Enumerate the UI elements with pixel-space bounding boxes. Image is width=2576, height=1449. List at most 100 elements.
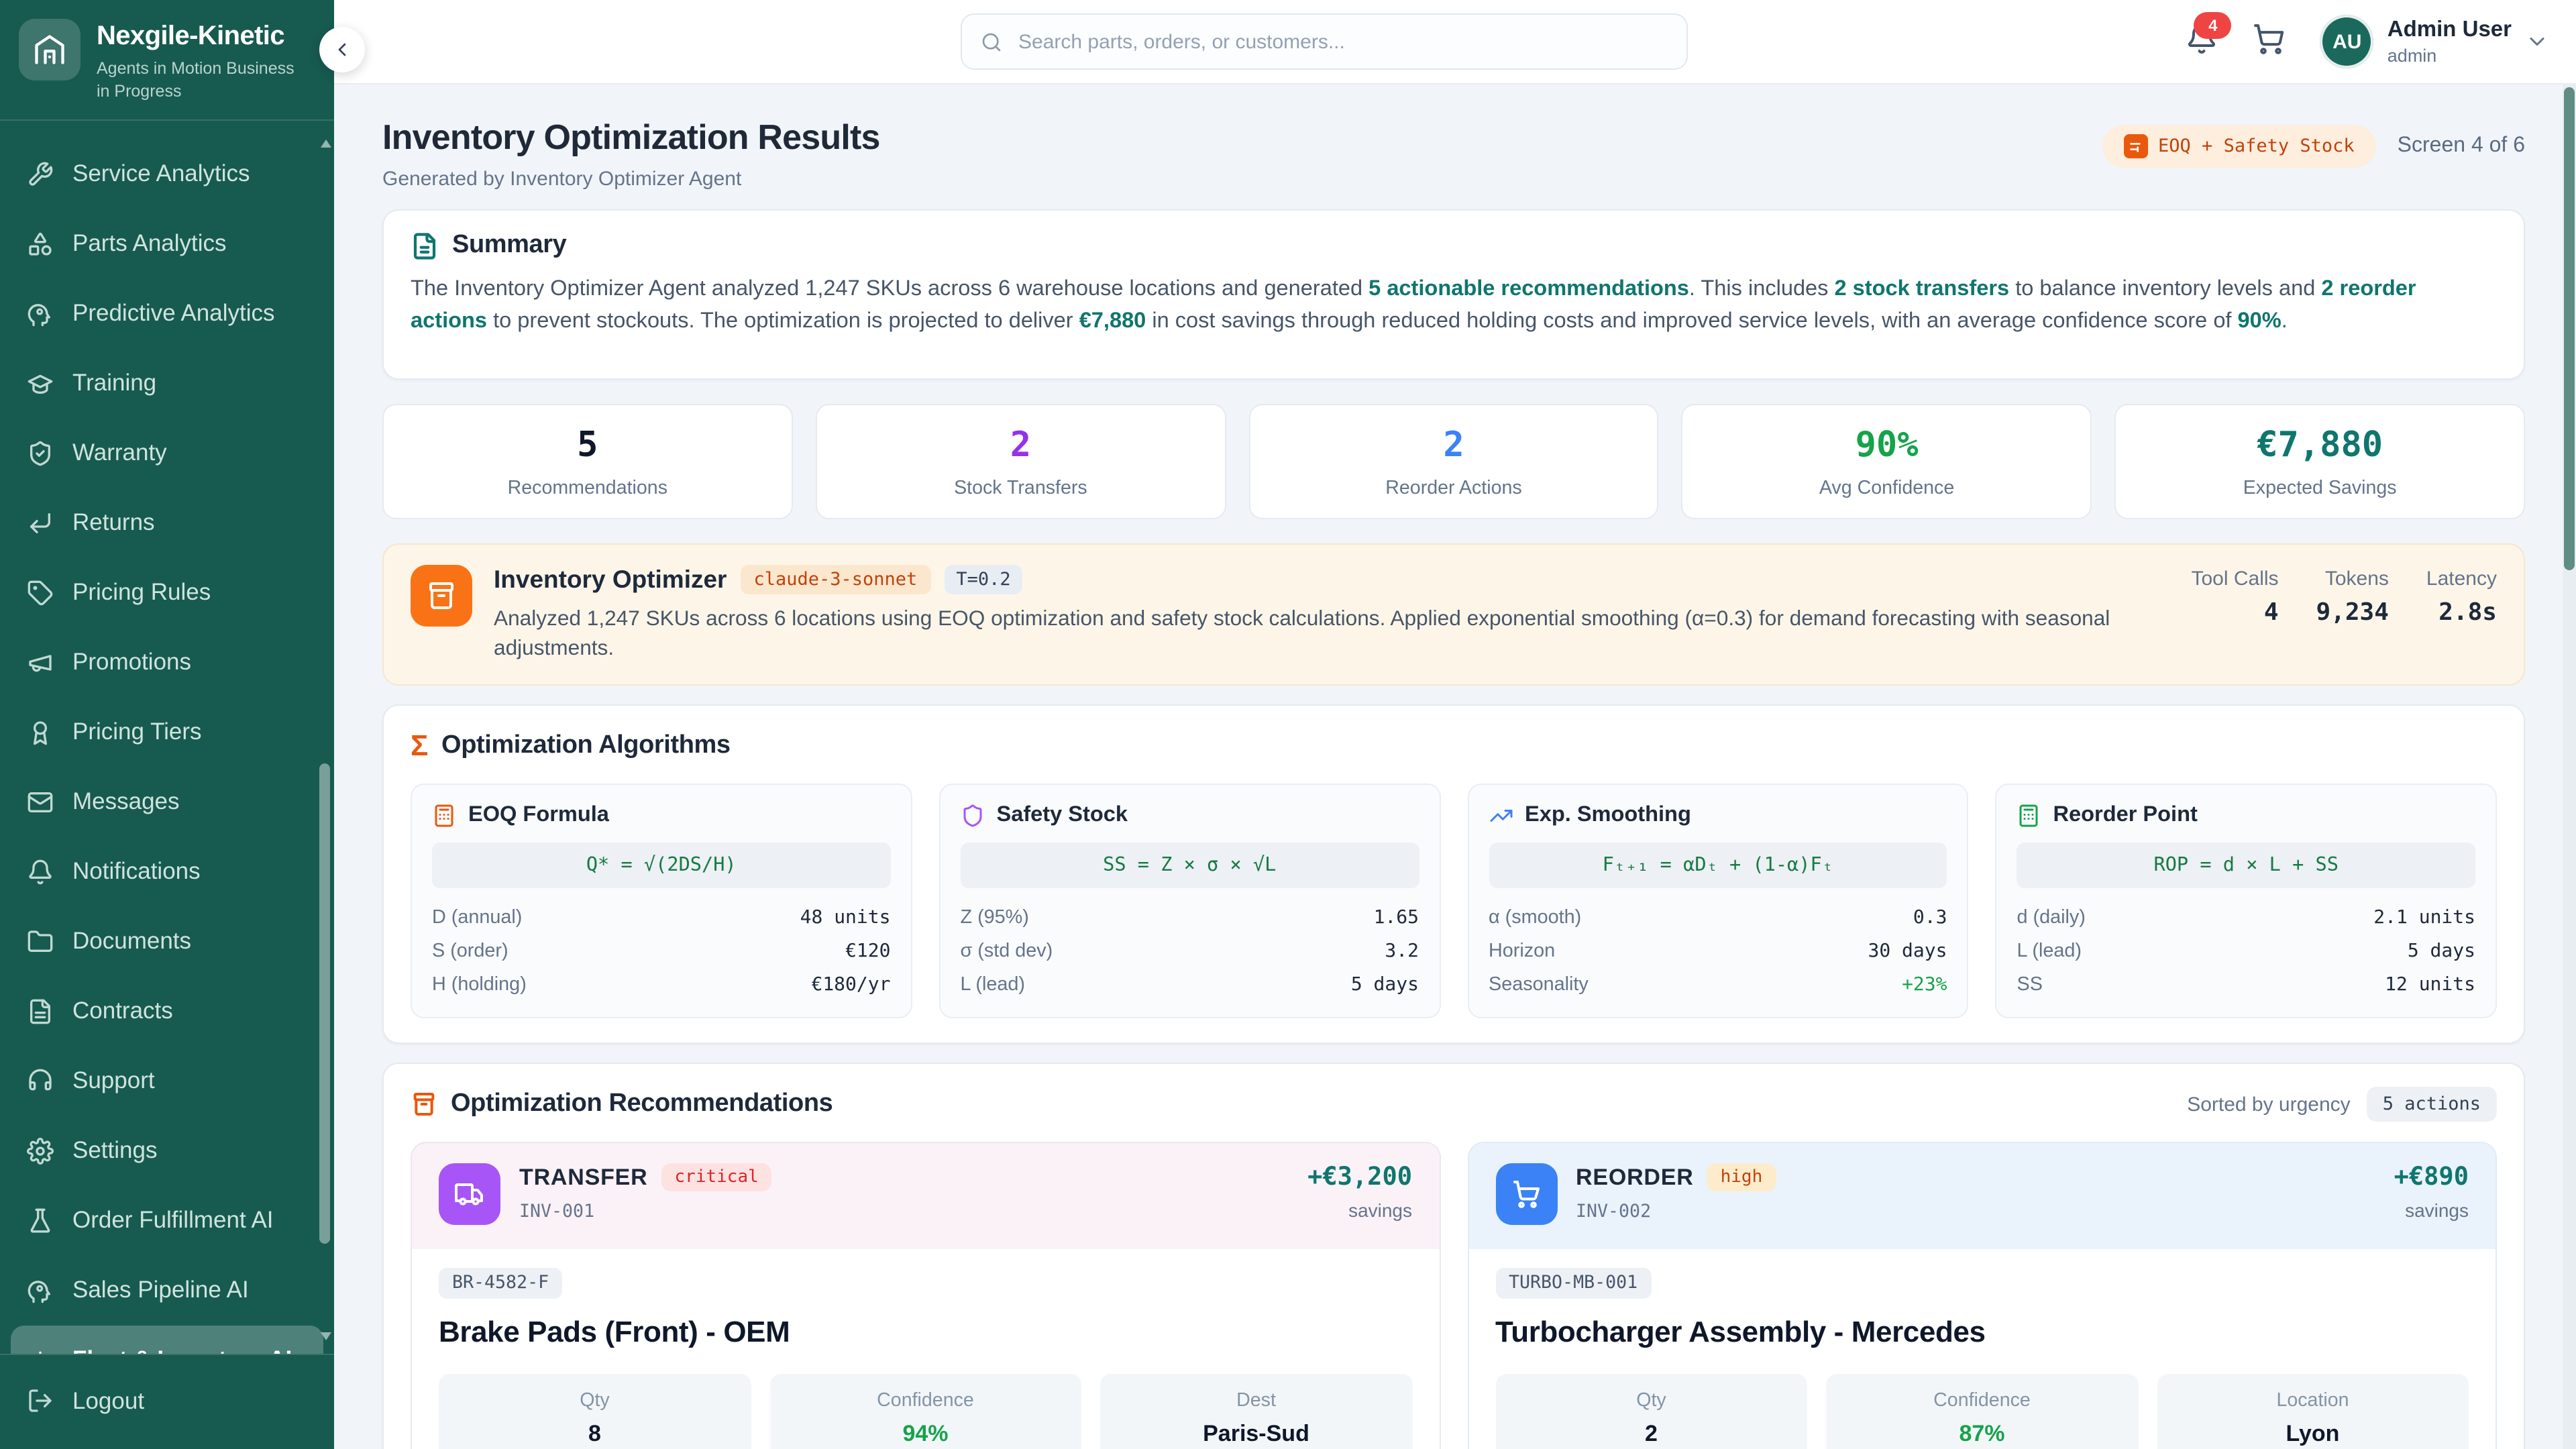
page-header-right: EOQ + Safety Stock Screen 4 of 6: [2102, 125, 2525, 168]
sidebar-item-service-analytics[interactable]: Service Analytics: [11, 140, 323, 209]
rec-stat-boxes: Qty 2 Confidence 87% Location Lyon: [1495, 1375, 2469, 1449]
award-icon: [27, 719, 54, 746]
sidebar-collapse-button[interactable]: [319, 27, 365, 72]
sidebar-item-messages[interactable]: Messages: [11, 767, 323, 837]
truck-icon: [439, 1164, 500, 1226]
sidebar-item-label: Service Analytics: [72, 160, 250, 189]
summary-title: Summary: [452, 231, 566, 260]
algo-row: L (lead)5 days: [961, 968, 1419, 1002]
rec-stat-location: Location Lyon: [2157, 1375, 2469, 1449]
sidebar-scrollbar[interactable]: [319, 140, 331, 1341]
algorithm-cards: EOQ Formula Q* = √(2DS/H) D (annual)48 u…: [411, 784, 2497, 1019]
sidebar-item-label: Predictive Analytics: [72, 300, 275, 328]
product-name: Brake Pads (Front) - OEM: [439, 1316, 1412, 1350]
box-icon: [411, 1091, 437, 1118]
algo-title-row: Exp. Smoothing: [1489, 803, 1947, 828]
rec-type-row: REORDER high: [1576, 1164, 1776, 1192]
scroll-up-arrow[interactable]: [321, 140, 331, 148]
page-content: Inventory Optimization Results Generated…: [334, 85, 2576, 1449]
brand-name: Nexgile-Kinetic: [97, 21, 301, 52]
page-header: Inventory Optimization Results Generated…: [382, 117, 2525, 191]
rec-card-header: TRANSFER critical INV-001 +€3,200 saving…: [412, 1144, 1439, 1250]
algo-title-row: EOQ Formula: [432, 803, 891, 828]
rec-savings: +€890 savings: [2394, 1164, 2469, 1222]
rec-savings: +€3,200 savings: [1307, 1164, 1412, 1222]
sidebar-item-label: Returns: [72, 509, 155, 537]
summary-text: The Inventory Optimizer Agent analyzed 1…: [411, 272, 2497, 338]
shield-check-icon: [27, 440, 54, 467]
rec-card-body: TURBO-MB-001 Turbocharger Assembly - Mer…: [1468, 1250, 2496, 1449]
sidebar-item-pricing-tiers[interactable]: Pricing Tiers: [11, 698, 323, 767]
sidebar-item-predictive-analytics[interactable]: Predictive Analytics: [11, 279, 323, 349]
global-search[interactable]: [961, 13, 1688, 70]
megaphone-icon: [27, 649, 54, 676]
sidebar-item-documents[interactable]: Documents: [11, 907, 323, 977]
scroll-down-arrow[interactable]: [321, 1332, 331, 1340]
sidebar-item-order-fulfillment-ai[interactable]: Order Fulfillment AI: [11, 1186, 323, 1256]
savings-value: +€890: [2394, 1164, 2469, 1192]
sku-chip: TURBO-MB-001: [1495, 1269, 1651, 1299]
sidebar-footer: Logout: [0, 1354, 334, 1449]
agent-info: Inventory Optimizer claude-3-sonnet T=0.…: [494, 565, 2169, 664]
chevron-down-icon: [2525, 30, 2549, 54]
sidebar-item-fleet-inventory-ai[interactable]: Fleet & Inventory AI: [11, 1326, 323, 1354]
cart-button[interactable]: [2253, 22, 2286, 61]
topbar: 4 AU Admin User admin: [334, 0, 2576, 85]
sidebar-item-promotions[interactable]: Promotions: [11, 628, 323, 698]
sidebar-item-contracts[interactable]: Contracts: [11, 977, 323, 1046]
user-role: admin: [2387, 45, 2512, 65]
metric-tool-calls: Tool Calls 4: [2191, 568, 2278, 627]
metric-label: Tool Calls: [2191, 568, 2278, 590]
file-text-icon: [27, 998, 54, 1025]
sidebar-item-notifications[interactable]: Notifications: [11, 837, 323, 907]
algo-row: Z (95%)1.65: [961, 901, 1419, 934]
rec-action: TRANSFER: [519, 1165, 648, 1191]
algorithms-title: Optimization Algorithms: [441, 732, 731, 761]
savings-label: savings: [1307, 1200, 1412, 1222]
sidebar-item-label: Notifications: [72, 858, 201, 886]
recommendations-header: Optimization Recommendations Sorted by u…: [411, 1087, 2497, 1122]
head-gear-icon: [27, 1277, 54, 1304]
page-header-left: Inventory Optimization Results Generated…: [382, 117, 880, 191]
notifications-button[interactable]: 4: [2186, 22, 2218, 61]
rec-stat-confidence: Confidence 87%: [1826, 1375, 2138, 1449]
sidebar-item-label: Pricing Rules: [72, 579, 211, 607]
method-badge: EOQ + Safety Stock: [2102, 125, 2376, 168]
logout-button[interactable]: Logout: [11, 1366, 323, 1436]
sidebar-scrollbar-thumb[interactable]: [319, 764, 330, 1244]
sidebar-item-warranty[interactable]: Warranty: [11, 419, 323, 488]
method-badge-label: EOQ + Safety Stock: [2158, 136, 2355, 157]
formula: SS = Z × σ × √L: [961, 843, 1419, 889]
algo-title: Safety Stock: [997, 803, 1128, 828]
calculator-icon: [2017, 804, 2041, 828]
return-arrow-icon: [27, 510, 54, 537]
user-menu[interactable]: AU Admin User admin: [2320, 15, 2549, 68]
algo-row: Horizon30 days: [1489, 934, 1947, 968]
stat-label: Expected Savings: [2116, 478, 2524, 499]
page-subtitle: Generated by Inventory Optimizer Agent: [382, 168, 880, 191]
sidebar-item-support[interactable]: Support: [11, 1046, 323, 1116]
page-scrollbar[interactable]: [2563, 83, 2576, 1449]
calculator-icon: [2123, 134, 2147, 158]
search-input[interactable]: [1016, 29, 1668, 54]
sidebar-item-label: Sales Pipeline AI: [72, 1277, 249, 1305]
sidebar-item-training[interactable]: Training: [11, 349, 323, 419]
stats-row: 5 Recommendations 2 Stock Transfers 2 Re…: [382, 404, 2525, 519]
sidebar-item-settings[interactable]: Settings: [11, 1116, 323, 1186]
page-scrollbar-thumb[interactable]: [2564, 87, 2575, 570]
sidebar-item-parts-analytics[interactable]: Parts Analytics: [11, 209, 323, 279]
actions-count-badge: 5 actions: [2367, 1087, 2497, 1122]
rec-card-title-block: TRANSFER critical INV-001: [519, 1164, 772, 1223]
sidebar-item-sales-pipeline-ai[interactable]: Sales Pipeline AI: [11, 1256, 323, 1326]
tag-icon: [27, 580, 54, 606]
brand-header: Nexgile-Kinetic Agents in Motion Busines…: [0, 0, 334, 121]
sidebar-item-pricing-rules[interactable]: Pricing Rules: [11, 558, 323, 628]
sidebar-item-label: Pricing Tiers: [72, 718, 202, 747]
sigma-icon: Σ: [411, 729, 428, 764]
savings-value: +€3,200: [1307, 1164, 1412, 1192]
metric-value: 2.8s: [2426, 598, 2497, 627]
stat-value: 2: [817, 425, 1225, 466]
sidebar-item-returns[interactable]: Returns: [11, 488, 323, 558]
algo-card-eoq: EOQ Formula Q* = √(2DS/H) D (annual)48 u…: [411, 784, 912, 1019]
stat-value: €7,880: [2116, 425, 2524, 466]
